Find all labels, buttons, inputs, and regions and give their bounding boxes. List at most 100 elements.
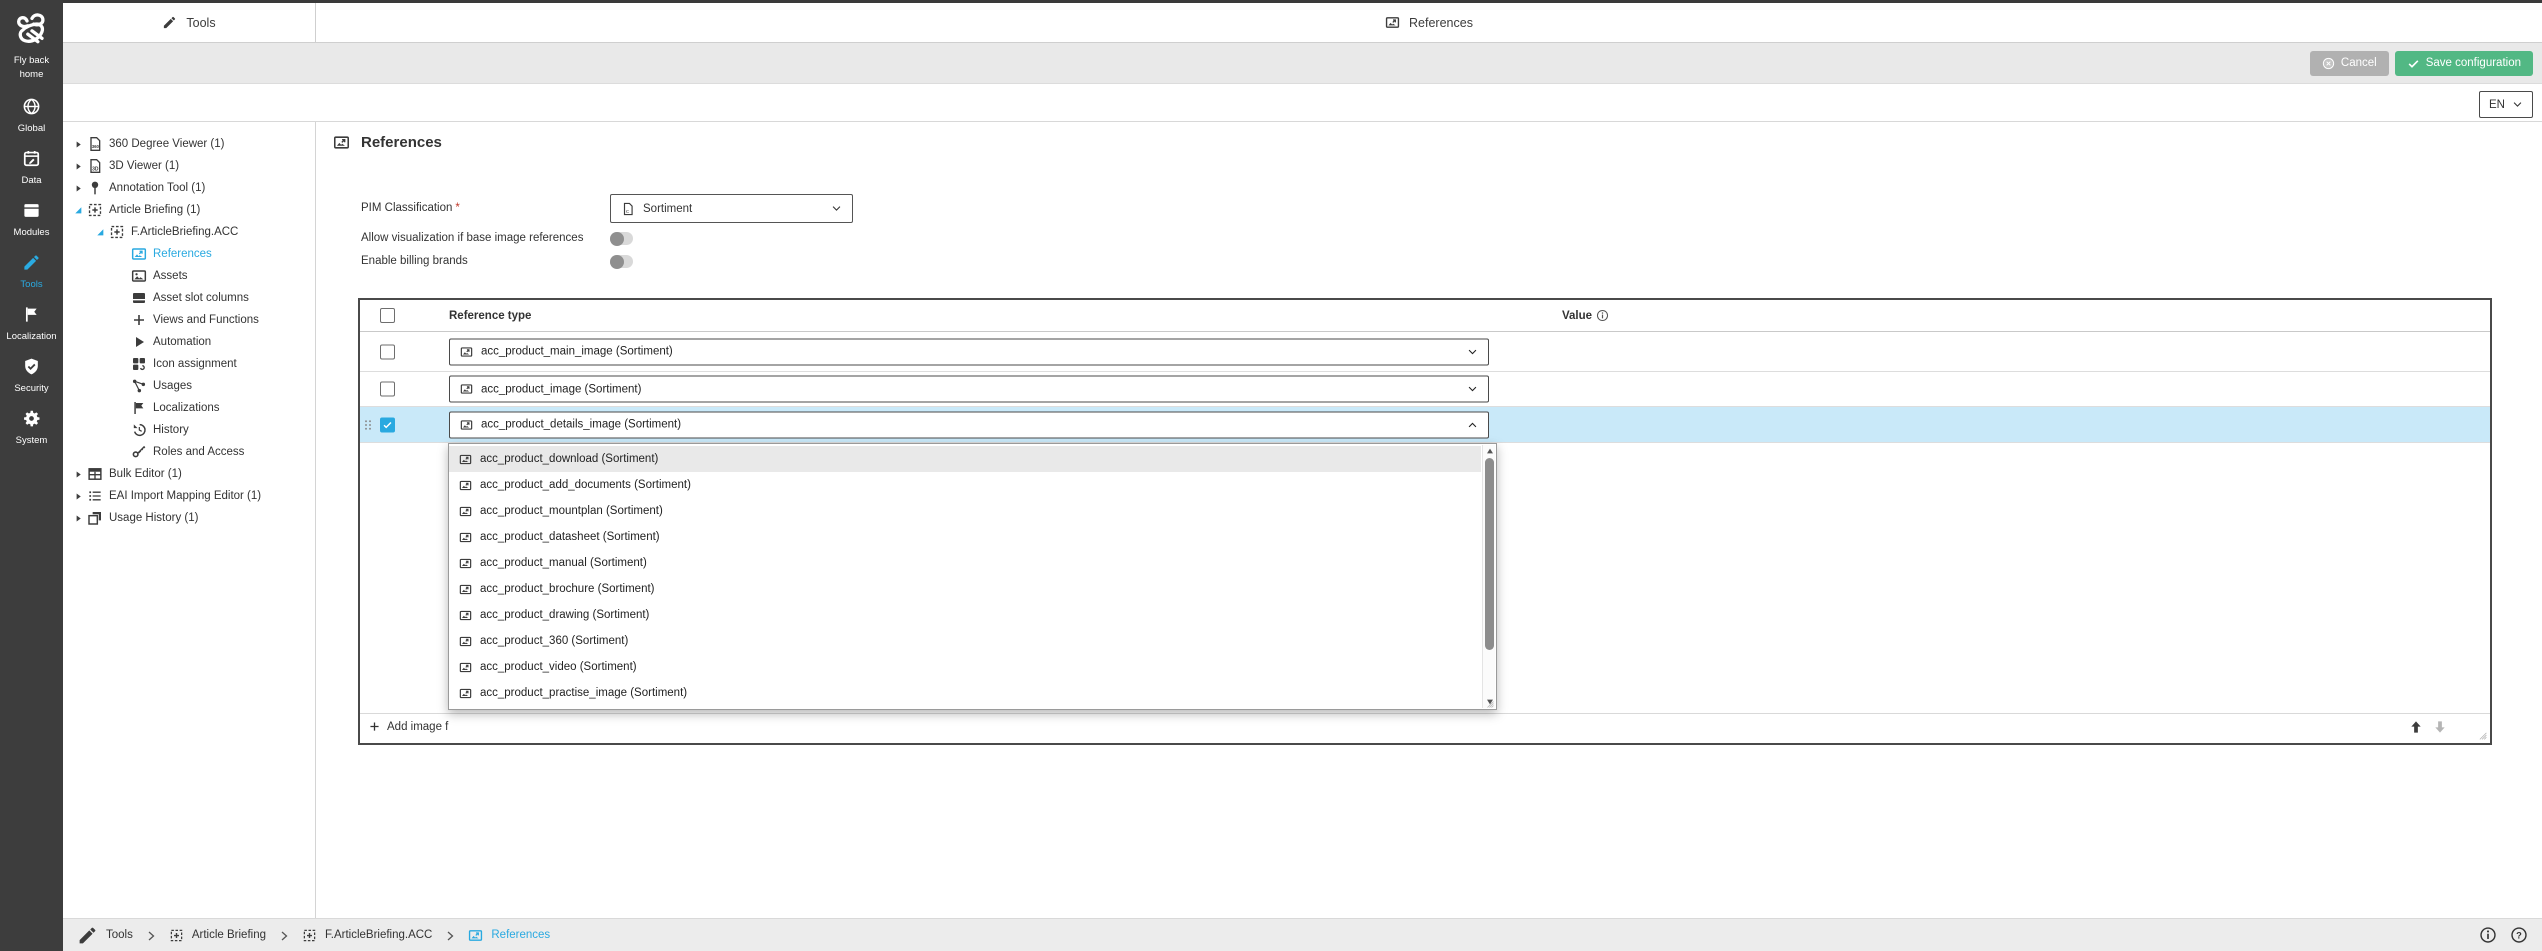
- dropdown-option[interactable]: acc_product_download (Sortiment): [449, 446, 1481, 472]
- dropdown-option-label: acc_product_drawing (Sortiment): [480, 609, 650, 621]
- toggle-allow-visualization[interactable]: [610, 231, 633, 246]
- caret-collapsed-icon[interactable]: [71, 181, 85, 195]
- chevron-up-icon: [1467, 419, 1478, 430]
- rail-item-global[interactable]: Global: [0, 97, 63, 136]
- dropdown-option[interactable]: acc_product_brochure (Sortiment): [449, 576, 1481, 602]
- row-checkbox[interactable]: [380, 381, 395, 397]
- check-icon: [2407, 57, 2420, 70]
- caret-collapsed-icon[interactable]: [71, 489, 85, 503]
- cancel-button[interactable]: Cancel: [2309, 50, 2389, 76]
- caret-collapsed-icon[interactable]: [71, 137, 85, 151]
- reference-type-select[interactable]: acc_product_details_image (Sortiment): [449, 411, 1489, 438]
- tree-item-label: 3D Viewer (1): [109, 160, 180, 172]
- tree-item-label: Bulk Editor (1): [109, 468, 182, 480]
- app-logo-bee-icon[interactable]: [12, 10, 52, 50]
- tree-item-f-articlebriefing-acc[interactable]: F.ArticleBriefing.ACC: [63, 221, 315, 243]
- info-circle-icon[interactable]: [2479, 926, 2497, 944]
- dropdown-option-label: acc_product_manual (Sortiment): [480, 557, 647, 569]
- tree-item-usages[interactable]: Usages: [63, 375, 315, 397]
- image-ref-icon: [459, 479, 472, 492]
- calendar-edit-icon: [22, 149, 41, 168]
- row-checkbox[interactable]: [380, 417, 395, 432]
- tab-references-label: References: [1409, 15, 1473, 30]
- question-circle-icon[interactable]: ?: [2510, 926, 2528, 944]
- rail-item-localization[interactable]: Localization: [0, 305, 63, 344]
- caret-collapsed-icon[interactable]: [71, 159, 85, 173]
- tree-item-360-degree-viewer-1[interactable]: 360 360 Degree Viewer (1): [63, 133, 315, 155]
- rail-item-system[interactable]: System: [0, 409, 63, 448]
- move-row-up-button[interactable]: [2408, 719, 2424, 735]
- tree-item-label: F.ArticleBriefing.ACC: [131, 226, 239, 238]
- caret-expanded-icon[interactable]: [71, 203, 85, 217]
- app-window: Fly back home Global Data Modules Tools Loca…: [0, 0, 2542, 951]
- grid-plus-icon: [109, 224, 125, 240]
- tree-item-views-and-functions[interactable]: Views and Functions: [63, 309, 315, 331]
- dropdown-option[interactable]: acc_product_practise_image (Sortiment): [449, 680, 1481, 706]
- caret-collapsed-icon[interactable]: [71, 511, 85, 525]
- caret-collapsed-icon[interactable]: [71, 467, 85, 481]
- dropdown-option[interactable]: acc_product_datasheet (Sortiment): [449, 524, 1481, 550]
- dropdown-option-label: acc_product_add_documents (Sortiment): [480, 479, 691, 491]
- tree-item-label: Automation: [153, 336, 212, 348]
- tree-item-automation[interactable]: Automation: [63, 331, 315, 353]
- tree-item-localizations[interactable]: Localizations: [63, 397, 315, 419]
- row-checkbox[interactable]: [380, 344, 395, 359]
- breadcrumb-item-references[interactable]: References: [468, 928, 550, 943]
- tree-item-bulk-editor-1[interactable]: Bulk Editor (1): [63, 463, 315, 485]
- tree-item-article-briefing-1[interactable]: Article Briefing (1): [63, 199, 315, 221]
- reference-type-select[interactable]: acc_product_main_image (Sortiment): [449, 338, 1489, 365]
- tree-item-icon-assignment[interactable]: Icon assignment: [63, 353, 315, 375]
- tree-item-asset-slot-columns[interactable]: Asset slot columns: [63, 287, 315, 309]
- shield-check-icon: [22, 357, 41, 376]
- scrollbar-thumb[interactable]: [1485, 458, 1494, 650]
- breadcrumb-label: Tools: [106, 929, 133, 941]
- drag-handle-icon[interactable]: [362, 417, 374, 433]
- save-configuration-button[interactable]: Save configuration: [2394, 50, 2533, 76]
- tab-tools[interactable]: Tools: [63, 3, 316, 42]
- pim-classification-select[interactable]: c Sortiment: [610, 194, 853, 223]
- caret-expanded-icon[interactable]: [93, 225, 107, 239]
- select-all-checkbox[interactable]: [380, 308, 395, 323]
- tree-item-roles-and-access[interactable]: Roles and Access: [63, 441, 315, 463]
- rail-item-security[interactable]: Security: [0, 357, 63, 396]
- toggle-enable-billing[interactable]: [610, 254, 633, 269]
- tree-item-label: Icon assignment: [153, 358, 237, 370]
- dropdown-option[interactable]: acc_product_360 (Sortiment): [449, 628, 1481, 654]
- dropdown-scrollbar[interactable]: [1482, 445, 1495, 708]
- dropdown-option[interactable]: acc_product_video (Sortiment): [449, 654, 1481, 680]
- breadcrumb-item-f-articlebriefing-acc[interactable]: F.ArticleBriefing.ACC: [302, 928, 432, 943]
- scroll-up-arrow-icon[interactable]: [1483, 445, 1496, 457]
- dropdown-option[interactable]: acc_product_manual (Sortiment): [449, 550, 1481, 576]
- breadcrumb-item-article-briefing[interactable]: Article Briefing: [169, 928, 266, 943]
- dropdown-option[interactable]: acc_product_add_documents (Sortiment): [449, 472, 1481, 498]
- dropdown-option[interactable]: acc_product_mountplan (Sortiment): [449, 498, 1481, 524]
- tree-item-references[interactable]: References: [63, 243, 315, 265]
- tree-item-annotation-tool-1[interactable]: Annotation Tool (1): [63, 177, 315, 199]
- language-select[interactable]: EN: [2479, 91, 2533, 118]
- rail-item-modules[interactable]: Modules: [0, 201, 63, 240]
- reference-type-select[interactable]: acc_product_image (Sortiment): [449, 375, 1489, 403]
- tree-item-history[interactable]: History: [63, 419, 315, 441]
- tree-item-assets[interactable]: Assets: [63, 265, 315, 287]
- breadcrumb-item-tools[interactable]: Tools: [77, 925, 133, 946]
- dropdown-option-label: acc_product_brochure (Sortiment): [480, 583, 655, 595]
- tree-item-usage-history-1[interactable]: Usage History (1): [63, 507, 315, 529]
- rail-item-tools[interactable]: Tools: [0, 253, 63, 292]
- image-ref-icon: [459, 609, 472, 622]
- move-row-down-button[interactable]: [2432, 719, 2448, 735]
- fly-back-home-label[interactable]: Fly back home: [6, 54, 58, 83]
- dropdown-resize-grip[interactable]: [1483, 696, 1495, 708]
- image-ref-icon: [459, 505, 472, 518]
- rail-item-data[interactable]: Data: [0, 149, 63, 188]
- tab-references[interactable]: References: [316, 3, 2542, 42]
- reference-type-value: acc_product_details_image (Sortiment): [481, 418, 682, 431]
- breadcrumb-label: F.ArticleBriefing.ACC: [325, 929, 433, 941]
- add-image-field-button[interactable]: Add image f: [368, 720, 448, 733]
- table-resize-grip[interactable]: [2475, 728, 2488, 741]
- pencil-icon: [77, 925, 98, 946]
- tree-item-eai-import-mapping-editor-1[interactable]: EAI Import Mapping Editor (1): [63, 485, 315, 507]
- tree-item-3d-viewer-1[interactable]: 3D 3D Viewer (1): [63, 155, 315, 177]
- dropdown-option[interactable]: acc_product_drawing (Sortiment): [449, 602, 1481, 628]
